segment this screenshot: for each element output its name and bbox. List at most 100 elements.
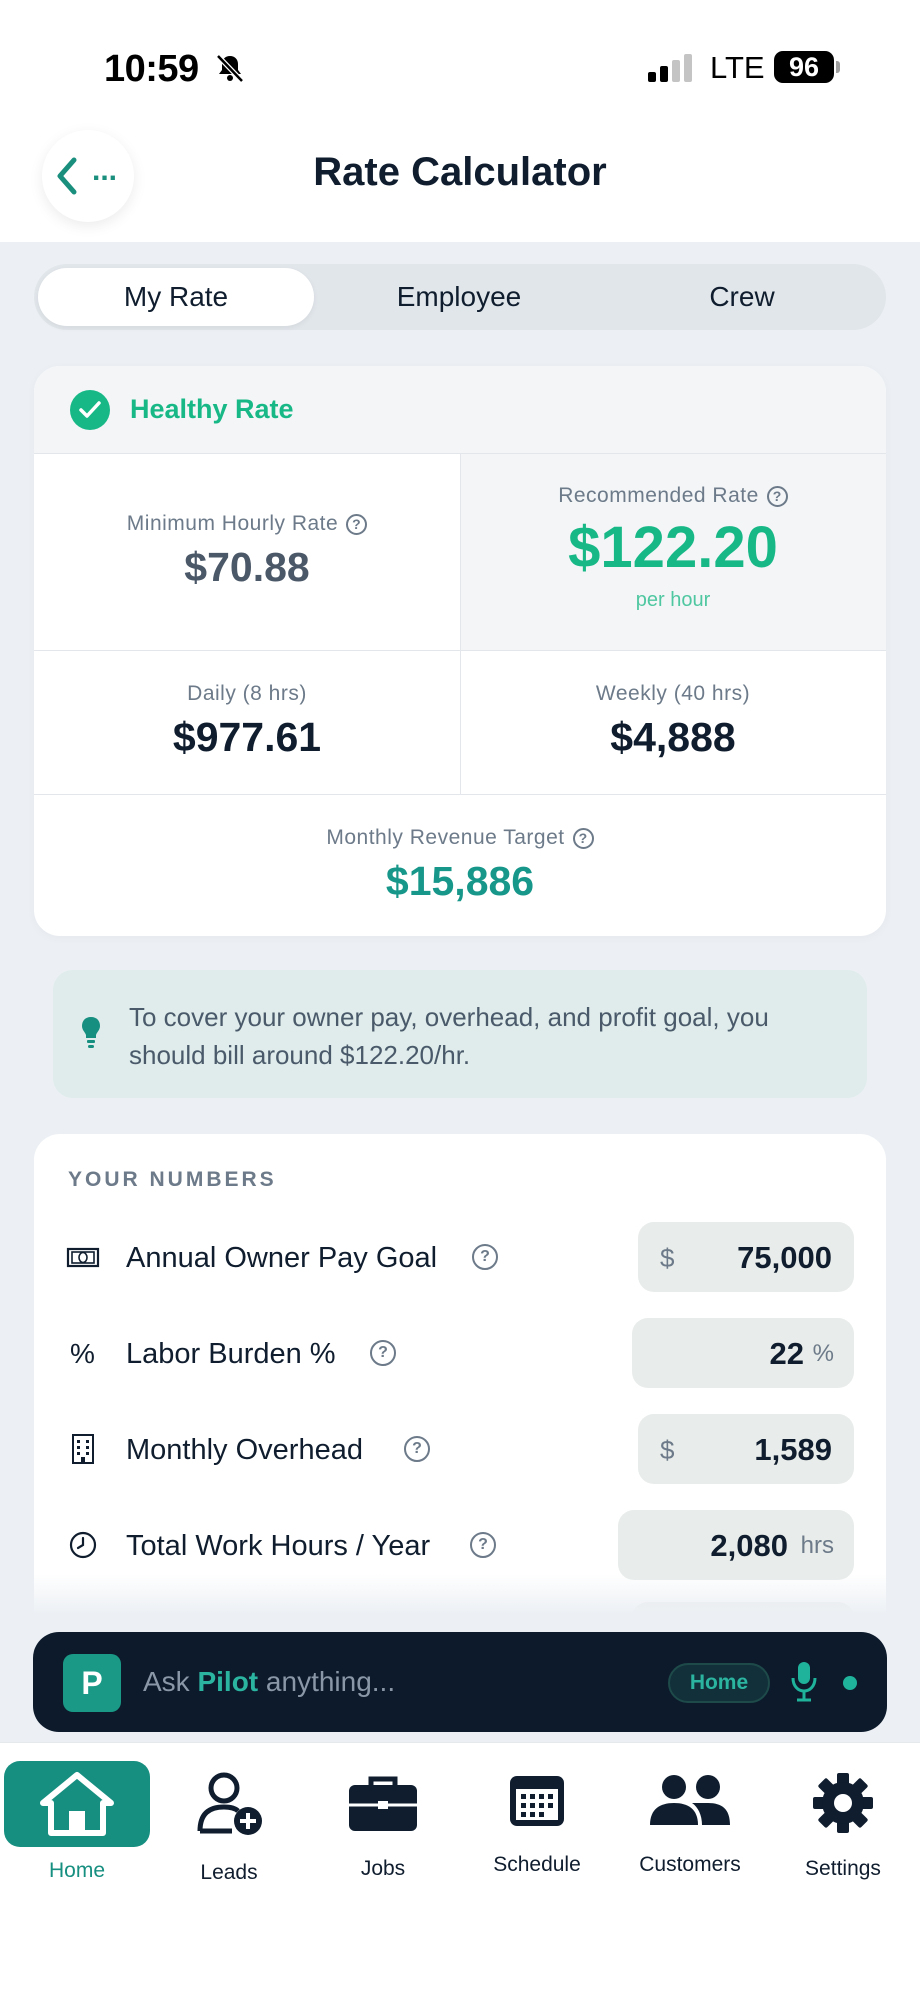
help-icon[interactable]: ?: [472, 1244, 498, 1270]
tab-my-rate[interactable]: My Rate: [38, 268, 314, 326]
percent-icon: %: [70, 1338, 95, 1369]
field-value: 75,000: [737, 1240, 832, 1275]
row-label: Labor Burden %: [126, 1338, 336, 1370]
weekly-label: Weekly (40 hrs): [595, 682, 751, 705]
recommended-rate-label: Recommended Rate: [558, 484, 759, 507]
field-value: 22: [769, 1336, 804, 1371]
help-icon[interactable]: ?: [572, 828, 594, 849]
help-icon[interactable]: ?: [370, 1340, 396, 1366]
numbers-card: YOUR NUMBERS Annual Owner Pay Goal ? $ 7…: [34, 1134, 886, 1614]
monthly-value: $15,886: [385, 858, 535, 904]
minimum-rate-cell: Minimum Hourly Rate? $70.88: [34, 512, 460, 591]
tab-schedule[interactable]: Schedule: [464, 1761, 610, 1876]
help-icon[interactable]: ?: [346, 514, 368, 535]
top-area: 10:59 LTE 96 ... Rate Calculator: [0, 0, 920, 242]
pilot-assistant-bar[interactable]: P Ask Pilot anything... Home: [33, 1632, 887, 1732]
prompt-text: Ask: [143, 1666, 198, 1697]
tab-label: Home: [48, 1859, 106, 1882]
calendar-icon: [510, 1776, 564, 1826]
help-icon[interactable]: ?: [404, 1436, 430, 1462]
daily-value: $977.61: [172, 714, 322, 760]
help-icon[interactable]: ?: [470, 1532, 496, 1558]
daily-label: Daily (8 hrs): [187, 682, 307, 705]
status-time: 10:59: [104, 48, 199, 90]
building-icon: [72, 1434, 94, 1464]
cash-icon: [66, 1247, 100, 1268]
tab-customers[interactable]: Customers: [617, 1761, 763, 1876]
tab-label: Customers: [639, 1853, 741, 1876]
prompt-brand: Pilot: [197, 1666, 259, 1697]
tab-leads[interactable]: Leads: [156, 1761, 302, 1884]
recommended-rate-value: $122.20: [568, 515, 778, 580]
overhead-input[interactable]: $ 1,589: [638, 1414, 854, 1484]
daily-cell: Daily (8 hrs) $977.61: [34, 682, 460, 761]
owner-pay-row: Annual Owner Pay Goal ? $ 75,000: [34, 1222, 886, 1292]
monthly-label: Monthly Revenue Target: [326, 826, 565, 849]
clock-icon: [69, 1531, 97, 1559]
tab-label: Leads: [200, 1861, 258, 1884]
scroll-fade: [34, 1574, 886, 1614]
labor-burden-row: % Labor Burden % ? 22 %: [34, 1318, 886, 1388]
tab-label: Settings: [805, 1857, 881, 1880]
help-icon[interactable]: ?: [766, 486, 788, 507]
tip-text: To cover your owner pay, overhead, and p…: [129, 1002, 769, 1070]
briefcase-icon: [349, 1776, 417, 1831]
field-prefix: $: [660, 1243, 675, 1273]
page-title: Rate Calculator: [313, 150, 607, 194]
recommended-rate-unit: per hour: [635, 589, 711, 611]
rate-card: Healthy Rate Minimum Hourly Rate? $70.88…: [34, 366, 886, 936]
work-hours-input[interactable]: 2,080 hrs: [618, 1510, 854, 1580]
segmented-control: My Rate Employee Crew: [34, 264, 886, 330]
divider: [34, 794, 886, 795]
pilot-logo: P: [63, 1654, 121, 1712]
check-circle-icon: [70, 390, 110, 430]
work-hours-row: Total Work Hours / Year ? 2,080 hrs: [34, 1510, 886, 1580]
bell-muted-icon: [216, 54, 244, 83]
field-suffix: hrs: [800, 1532, 834, 1559]
recommended-rate-cell: Recommended Rate? $122.20 per hour: [460, 484, 886, 612]
rate-status-header: Healthy Rate: [34, 366, 886, 454]
row-label: Total Work Hours / Year: [126, 1530, 431, 1562]
leads-icon: [197, 1772, 262, 1835]
gear-icon: [813, 1773, 873, 1833]
field-value: 2,080: [710, 1528, 788, 1563]
owner-pay-input[interactable]: $ 75,000: [638, 1222, 854, 1292]
field-prefix: $: [660, 1435, 675, 1465]
overhead-row: Monthly Overhead ? $ 1,589: [34, 1414, 886, 1484]
labor-burden-input[interactable]: 22 %: [632, 1318, 854, 1388]
tab-bar: Home Leads Jobs Schedule Customers Setti…: [0, 1742, 920, 2000]
tab-home[interactable]: Home: [4, 1761, 150, 1882]
section-title: YOUR NUMBERS: [68, 1168, 277, 1191]
lightbulb-icon: [82, 1017, 100, 1048]
battery-icon: 96: [774, 51, 834, 83]
network-type: LTE: [710, 50, 765, 85]
row-label: Annual Owner Pay Goal: [126, 1242, 438, 1274]
divider: [34, 650, 886, 651]
minimum-rate-value: $70.88: [184, 544, 310, 590]
microphone-icon[interactable]: [791, 1660, 817, 1702]
customers-icon: [650, 1775, 730, 1825]
tab-employee[interactable]: Employee: [324, 268, 594, 326]
context-chip[interactable]: Home: [668, 1663, 770, 1703]
tab-jobs[interactable]: Jobs: [310, 1761, 456, 1880]
tab-crew[interactable]: Crew: [604, 268, 880, 326]
weekly-value: $4,888: [610, 714, 736, 760]
tab-settings[interactable]: Settings: [770, 1761, 916, 1880]
tip-box: To cover your owner pay, overhead, and p…: [53, 970, 867, 1098]
tab-label: Jobs: [360, 1857, 406, 1880]
svg-text:%: %: [70, 1338, 95, 1369]
tab-label: Schedule: [493, 1853, 581, 1876]
home-icon: [40, 1772, 114, 1836]
pilot-input[interactable]: Ask Pilot anything...: [143, 1666, 395, 1698]
monthly-cell: Monthly Revenue Target? $15,886: [34, 826, 886, 905]
prompt-text: anything...: [258, 1666, 396, 1697]
battery-tip: [836, 61, 840, 73]
field-suffix: %: [812, 1340, 834, 1367]
weekly-cell: Weekly (40 hrs) $4,888: [460, 682, 886, 761]
signal-icon: [648, 52, 696, 82]
row-label: Monthly Overhead: [126, 1434, 363, 1466]
field-value: 1,589: [754, 1432, 832, 1467]
minimum-rate-label: Minimum Hourly Rate: [126, 512, 339, 535]
status-dot: [843, 1676, 857, 1690]
rate-status: Healthy Rate: [130, 394, 294, 424]
